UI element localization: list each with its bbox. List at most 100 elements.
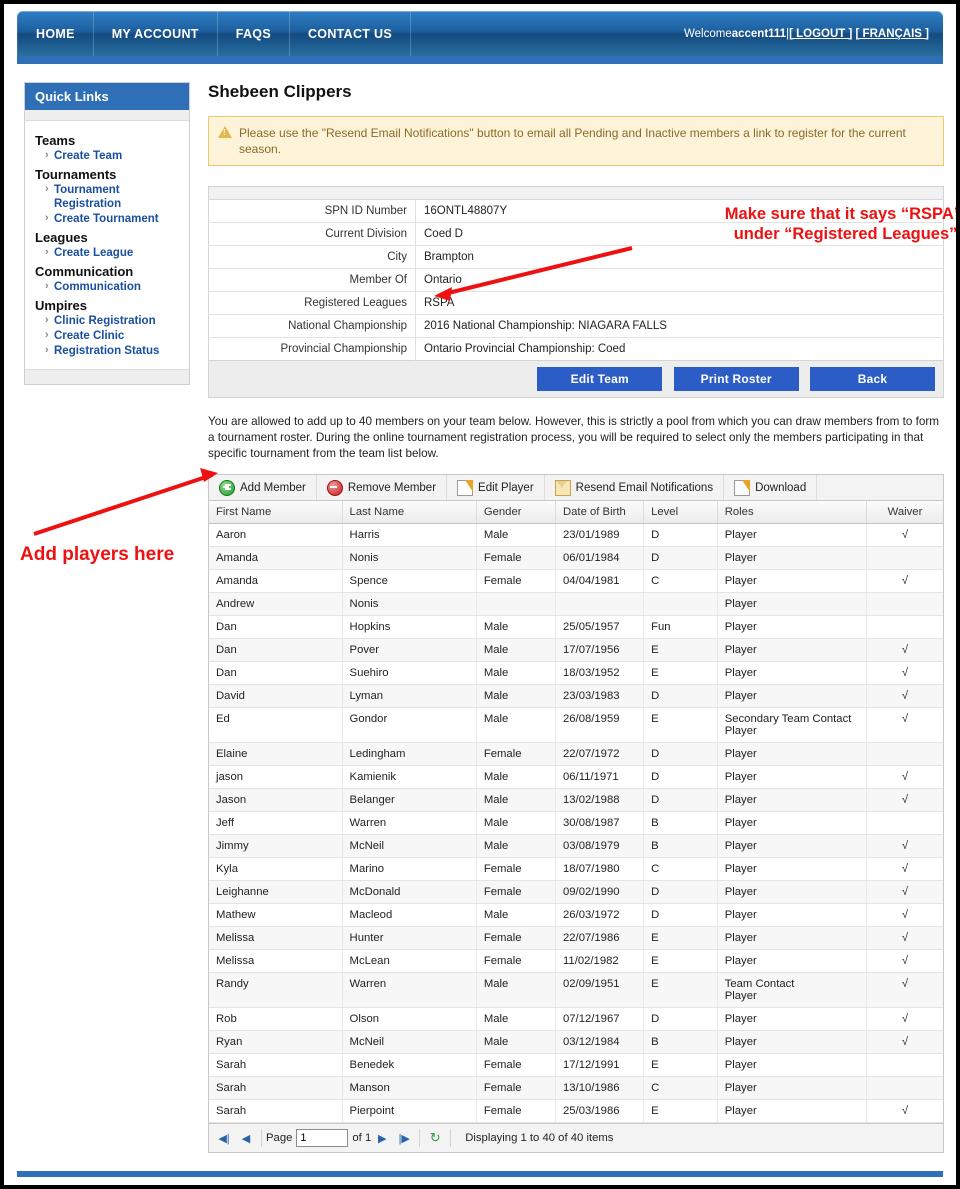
cell-level: E — [643, 638, 718, 662]
table-row[interactable]: Sarah Benedek Female 17/12/1991 E Player — [209, 1053, 943, 1077]
cell-roles: Player — [717, 615, 867, 639]
print-roster-button[interactable]: Print Roster — [673, 367, 799, 391]
download-button[interactable]: Download — [724, 475, 818, 500]
table-row[interactable]: Melissa Hunter Female 22/07/1986 E Player √ — [209, 926, 943, 950]
refresh-icon[interactable]: ↻ — [424, 1124, 446, 1152]
first-page-icon[interactable]: ◀| — [213, 1124, 235, 1152]
cell-waiver — [866, 592, 943, 616]
previous-page-icon[interactable]: ◀ — [235, 1124, 257, 1152]
column-header-roles[interactable]: Roles — [717, 501, 867, 524]
nav-faqs[interactable]: FAQS — [218, 11, 290, 56]
nav-contact-us[interactable]: CONTACT US — [290, 11, 411, 56]
cell-gender: Female — [476, 880, 556, 904]
table-row[interactable]: Sarah Pierpoint Female 25/03/1986 E Player √ — [209, 1099, 943, 1123]
last-page-icon[interactable]: |▶ — [393, 1124, 415, 1152]
warning-icon — [218, 126, 232, 138]
table-row[interactable]: Jeff Warren Male 30/08/1987 B Player — [209, 811, 943, 835]
table-row[interactable]: Jason Belanger Male 13/02/1988 D Player √ — [209, 788, 943, 812]
logout-link[interactable]: [ LOGOUT ] — [789, 28, 852, 40]
cell-roles: Player — [717, 742, 867, 766]
table-row[interactable]: Rob Olson Male 07/12/1967 D Player √ — [209, 1007, 943, 1031]
cell-roles: Player — [717, 788, 867, 812]
table-row[interactable]: Leighanne McDonald Female 09/02/1990 D Player… — [209, 880, 943, 904]
column-header-first-name[interactable]: First Name — [209, 501, 343, 524]
table-row[interactable]: Mathew Macleod Male 26/03/1972 D Player √ — [209, 903, 943, 927]
main-column: Shebeen Clippers Please use the "Resend … — [208, 82, 944, 1153]
table-row[interactable]: Sarah Manson Female 13/10/1986 C Player — [209, 1076, 943, 1100]
add-member-label: Add Member — [240, 481, 306, 494]
cell-roles: Player — [717, 661, 867, 685]
add-member-button[interactable]: Add Member — [209, 475, 317, 500]
table-row[interactable]: jason Kamienik Male 06/11/1971 D Player √ — [209, 765, 943, 789]
cell-last-name: Warren — [342, 972, 477, 1008]
cell-first-name: Dan — [209, 661, 343, 685]
sidebar-item-create-tournament[interactable]: Create Tournament — [45, 211, 179, 226]
cell-first-name: Rob — [209, 1007, 343, 1031]
table-row[interactable]: Melissa McLean Female 11/02/1982 E Player √ — [209, 949, 943, 973]
info-label-provincial-championship: Provincial Championship — [208, 337, 416, 361]
nav-home[interactable]: HOME — [17, 11, 94, 56]
cell-last-name: Marino — [342, 857, 477, 881]
table-row[interactable]: Kyla Marino Female 18/07/1980 C Player √ — [209, 857, 943, 881]
column-header-date-of-birth[interactable]: Date of Birth — [555, 501, 645, 524]
column-header-gender[interactable]: Gender — [476, 501, 556, 524]
table-row[interactable]: Aaron Harris Male 23/01/1989 D Player √ — [209, 523, 943, 547]
column-header-last-name[interactable]: Last Name — [342, 501, 477, 524]
edit-player-button[interactable]: Edit Player — [447, 475, 545, 500]
cell-first-name: Aaron — [209, 523, 343, 547]
table-row[interactable]: Dan Pover Male 17/07/1956 E Player √ — [209, 638, 943, 662]
cell-gender: Female — [476, 546, 556, 570]
resend-email-notifications-button[interactable]: Resend Email Notifications — [545, 475, 725, 500]
cell-roles: Player — [717, 857, 867, 881]
next-page-icon[interactable]: ▶ — [371, 1124, 393, 1152]
table-row[interactable]: Amanda Spence Female 04/04/1981 C Player √ — [209, 569, 943, 593]
cell-level: E — [643, 1099, 718, 1123]
table-row[interactable]: Randy Warren Male 02/09/1951 E Team Contact Pl… — [209, 972, 943, 1008]
cell-date-of-birth: 23/01/1989 — [555, 523, 645, 547]
table-row[interactable]: Dan Suehiro Male 18/03/1952 E Player √ — [209, 661, 943, 685]
cell-roles: Player — [717, 903, 867, 927]
sidebar-item-clinic-registration[interactable]: Clinic Registration — [45, 313, 179, 328]
sidebar-item-tournament-registration[interactable]: Tournament Registration — [45, 182, 179, 211]
table-row[interactable]: Elaine Ledingham Female 22/07/1972 D Player — [209, 742, 943, 766]
table-row[interactable]: Dan Hopkins Male 25/05/1957 Fun Player — [209, 615, 943, 639]
sidebar-item-registration-status[interactable]: Registration Status — [45, 343, 179, 358]
sidebar-item-create-team[interactable]: Create Team — [45, 148, 179, 163]
francais-link[interactable]: [ FRANÇAIS ] — [856, 28, 929, 40]
sidebar-item-create-league[interactable]: Create League — [45, 245, 179, 260]
notice-banner: Please use the "Resend Email Notificatio… — [208, 116, 944, 166]
table-row[interactable]: Ed Gondor Male 26/08/1959 E Secondary Team Co… — [209, 707, 943, 743]
table-row[interactable]: Amanda Nonis Female 06/01/1984 D Player — [209, 546, 943, 570]
table-row[interactable]: Andrew Nonis Player — [209, 592, 943, 616]
team-info-table: SPN ID Number 16ONTL48807Y Current Divis… — [208, 186, 944, 361]
cell-waiver: √ — [866, 1007, 943, 1031]
cell-waiver: √ — [866, 765, 943, 789]
sidebar-item-create-clinic[interactable]: Create Clinic — [45, 328, 179, 343]
cell-roles: Player — [717, 834, 867, 858]
sidebar-item-communication[interactable]: Communication — [45, 279, 179, 294]
cell-waiver: √ — [866, 903, 943, 927]
column-header-waiver[interactable]: Waiver — [866, 501, 943, 524]
pager-divider-1 — [261, 1129, 262, 1147]
remove-member-button[interactable]: Remove Member — [317, 475, 448, 500]
cell-gender: Male — [476, 1030, 556, 1054]
edit-team-button[interactable]: Edit Team — [537, 367, 663, 391]
table-row[interactable]: Ryan McNeil Male 03/12/1984 B Player √ — [209, 1030, 943, 1054]
table-row[interactable]: Jimmy McNeil Male 03/08/1979 B Player √ — [209, 834, 943, 858]
cell-level: D — [643, 903, 718, 927]
roster-description: You are allowed to add up to 40 members … — [208, 415, 940, 460]
column-header-level[interactable]: Level — [643, 501, 718, 524]
cell-first-name: Kyla — [209, 857, 343, 881]
page-number-input[interactable] — [296, 1129, 349, 1147]
nav-my-account[interactable]: MY ACCOUNT — [94, 11, 218, 56]
grid-pager: ◀| ◀ Page of 1 ▶ |▶ ↻ Displaying 1 to 40… — [209, 1123, 943, 1152]
info-value-current-division: Coed D — [415, 222, 944, 246]
info-label-registered-leagues: Registered Leagues — [208, 291, 416, 315]
cell-level: D — [643, 1007, 718, 1031]
cell-waiver: √ — [866, 707, 943, 743]
table-row[interactable]: David Lyman Male 23/03/1983 D Player √ — [209, 684, 943, 708]
team-info-body: SPN ID Number 16ONTL48807Y Current Divis… — [208, 186, 944, 361]
cell-first-name: Randy — [209, 972, 343, 1008]
cell-date-of-birth: 06/01/1984 — [555, 546, 645, 570]
back-button[interactable]: Back — [810, 367, 935, 391]
